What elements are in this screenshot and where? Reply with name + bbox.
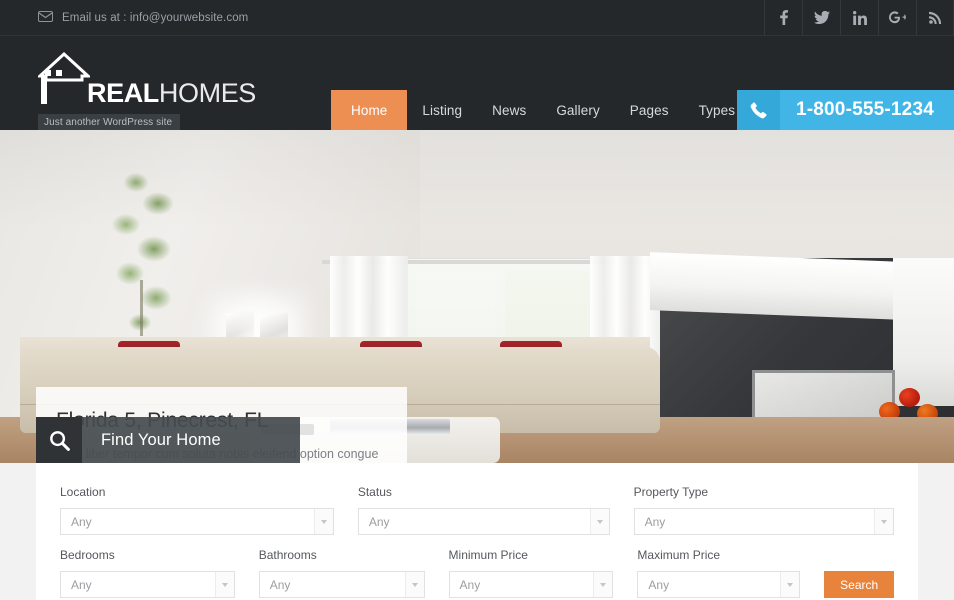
property-search-form: Location Any Status Any Property Type An… [36,463,918,600]
nav-item-home[interactable]: Home [331,90,408,130]
select-maximum-price[interactable]: Any [637,571,801,598]
twitter-icon[interactable] [802,0,840,35]
select-location[interactable]: Any [60,508,334,535]
phone-icon [736,90,780,130]
logo[interactable]: REALHOMES Just another WordPress site [36,50,268,131]
chevron-down-icon[interactable] [589,509,609,534]
label-status: Status [357,485,392,499]
phone-banner[interactable]: 1-800-555-1234 [736,90,954,130]
social-links [764,0,954,35]
field-property-type: Property Type Any [633,485,894,535]
top-bar: Email us at : info@yourwebsite.com [0,0,954,36]
search-row-2: Bedrooms Any Bathrooms Any Minimum Price… [60,548,894,598]
select-minimum-price-value: Any [459,577,481,592]
chevron-down-icon[interactable] [404,572,424,597]
field-bedrooms: Bedrooms Any [60,548,259,598]
label-property-type: Property Type [633,485,709,499]
field-minimum-price: Minimum Price Any [448,548,638,598]
rss-icon[interactable] [916,0,954,35]
site-tagline: Just another WordPress site [38,114,181,131]
hero-slider: Florida 5, Pinecrest, FL Nam liber tempo… [0,130,954,463]
select-property-type[interactable]: Any [633,508,894,535]
select-bathrooms-value: Any [269,577,291,592]
logo-text: REALHOMES [87,80,256,107]
label-bedrooms: Bedrooms [60,548,115,562]
nav-item-gallery[interactable]: Gallery [541,90,614,130]
chevron-down-icon[interactable] [874,509,893,534]
topbar-email-text[interactable]: Email us at : info@yourwebsite.com [62,12,248,24]
select-minimum-price[interactable]: Any [448,571,614,598]
chevron-down-icon[interactable] [593,572,613,597]
topbar-contact: Email us at : info@yourwebsite.com [0,0,248,35]
nav-item-listing[interactable]: Listing [407,90,477,130]
label-maximum-price: Maximum Price [637,548,721,562]
facebook-icon[interactable] [764,0,802,35]
search-button[interactable]: Search [824,571,894,598]
select-bedrooms-value: Any [71,577,92,592]
logo-text-bold: REAL [87,78,159,108]
select-status-value: Any [368,514,390,529]
chevron-down-icon[interactable] [214,572,234,597]
label-location: Location [60,485,106,499]
select-maximum-price-value: Any [648,577,670,592]
search-row-1: Location Any Status Any Property Type An… [60,485,894,535]
field-status: Status Any [357,485,634,535]
find-your-home-bar: Find Your Home [36,417,300,463]
linkedin-icon[interactable] [840,0,878,35]
find-your-home-label: Find Your Home [101,430,221,449]
search-icon[interactable] [36,417,82,463]
select-bedrooms[interactable]: Any [60,571,235,598]
select-location-value: Any [71,514,92,529]
chevron-down-icon[interactable] [313,509,333,534]
nav-item-pages[interactable]: Pages [615,90,684,130]
select-status[interactable]: Any [357,508,610,535]
logo-text-light: HOMES [158,78,256,108]
label-minimum-price: Minimum Price [448,548,528,562]
field-location: Location Any [60,485,358,535]
select-property-type-value: Any [644,514,666,529]
phone-number[interactable]: 1-800-555-1234 [780,90,954,130]
select-bathrooms[interactable]: Any [258,571,425,598]
chevron-down-icon[interactable] [780,572,800,597]
googleplus-icon[interactable] [878,0,916,35]
house-icon [36,50,92,109]
site-header: REALHOMES Just another WordPress site Ho… [0,36,954,131]
label-bathrooms: Bathrooms [258,548,317,562]
field-maximum-price: Maximum Price Any [637,548,824,598]
field-bathrooms: Bathrooms Any [258,548,449,598]
nav-item-news[interactable]: News [477,90,541,130]
mail-icon [38,9,53,27]
